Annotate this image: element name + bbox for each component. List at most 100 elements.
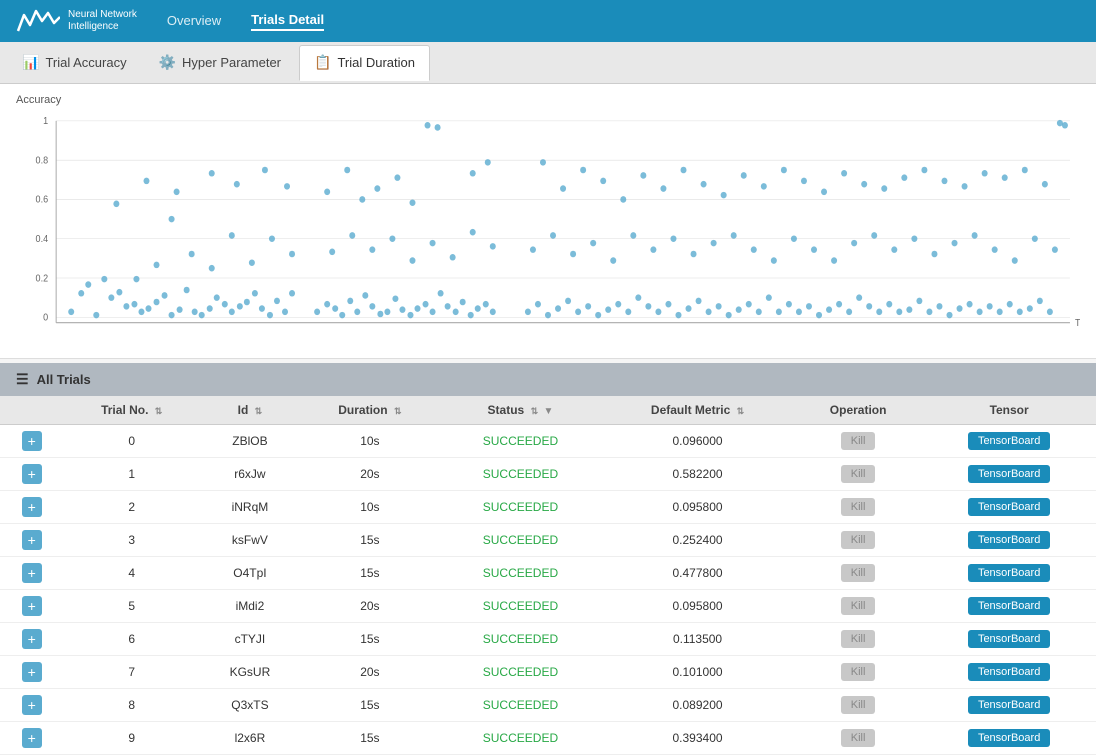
row-trial-no: 3	[64, 524, 200, 557]
row-expand-cell: +	[0, 590, 64, 623]
expand-button[interactable]: +	[22, 563, 42, 583]
tensorboard-button[interactable]: TensorBoard	[968, 696, 1050, 714]
row-trial-no: 4	[64, 557, 200, 590]
tensorboard-button[interactable]: TensorBoard	[968, 432, 1050, 450]
row-expand-cell: +	[0, 491, 64, 524]
expand-button[interactable]: +	[22, 629, 42, 649]
row-expand-cell: +	[0, 524, 64, 557]
row-id: iMdi2	[200, 590, 300, 623]
sort-icon-id[interactable]: ⇅	[255, 406, 263, 417]
row-trial-no: 0	[64, 425, 200, 458]
row-duration: 10s	[300, 425, 440, 458]
kill-button[interactable]: Kill	[841, 630, 876, 648]
sort-icon-trial-no[interactable]: ⇅	[155, 406, 163, 417]
status-badge: SUCCEEDED	[483, 434, 558, 448]
col-id: Id ⇅	[200, 396, 300, 425]
kill-button[interactable]: Kill	[841, 696, 876, 714]
col-duration: Duration ⇅	[300, 396, 440, 425]
row-status: SUCCEEDED	[440, 656, 601, 689]
kill-button[interactable]: Kill	[841, 564, 876, 582]
kill-button[interactable]: Kill	[841, 465, 876, 483]
expand-button[interactable]: +	[22, 596, 42, 616]
kill-button[interactable]: Kill	[841, 498, 876, 516]
row-expand-cell: +	[0, 425, 64, 458]
tensorboard-button[interactable]: TensorBoard	[968, 597, 1050, 615]
tab-hyper-parameter[interactable]: ⚙️ Hyper Parameter	[145, 45, 295, 81]
table-row: + 2 iNRqM 10s SUCCEEDED 0.095800 Kill Te…	[0, 491, 1096, 524]
kill-button[interactable]: Kill	[841, 432, 876, 450]
tensorboard-button[interactable]: TensorBoard	[968, 630, 1050, 648]
chart-y-label: Accuracy	[16, 94, 1080, 106]
expand-button[interactable]: +	[22, 530, 42, 550]
tensorboard-button[interactable]: TensorBoard	[968, 498, 1050, 516]
row-id: ksFwV	[200, 524, 300, 557]
tensorboard-button[interactable]: TensorBoard	[968, 729, 1050, 747]
table-row: + 8 Q3xTS 15s SUCCEEDED 0.089200 Kill Te…	[0, 689, 1096, 722]
row-duration: 15s	[300, 722, 440, 755]
row-metric: 0.113500	[601, 623, 794, 656]
table-row: + 6 cTYJI 15s SUCCEEDED 0.113500 Kill Te…	[0, 623, 1096, 656]
chart-svg: 1 0.8 0.6 0.4 0.2 0 Trial	[16, 110, 1080, 350]
tab-trial-duration[interactable]: 📋 Trial Duration	[299, 45, 430, 81]
row-tensor: TensorBoard	[922, 491, 1096, 524]
row-operation: Kill	[794, 590, 922, 623]
row-tensor: TensorBoard	[922, 524, 1096, 557]
row-trial-no: 9	[64, 722, 200, 755]
row-metric: 0.252400	[601, 524, 794, 557]
svg-text:1: 1	[43, 115, 48, 126]
status-badge: SUCCEEDED	[483, 665, 558, 679]
row-status: SUCCEEDED	[440, 458, 601, 491]
hyper-parameter-icon: ⚙️	[159, 54, 176, 71]
row-operation: Kill	[794, 524, 922, 557]
trial-accuracy-icon: 📊	[22, 54, 39, 71]
row-id: Q3xTS	[200, 689, 300, 722]
row-status: SUCCEEDED	[440, 623, 601, 656]
expand-button[interactable]: +	[22, 431, 42, 451]
row-tensor: TensorBoard	[922, 458, 1096, 491]
logo-text: Neural Network Intelligence	[68, 9, 137, 33]
table-header-row: Trial No. ⇅ Id ⇅ Duration ⇅ Status ⇅ ▼	[0, 396, 1096, 425]
trials-table: Trial No. ⇅ Id ⇅ Duration ⇅ Status ⇅ ▼	[0, 396, 1096, 755]
kill-button[interactable]: Kill	[841, 531, 876, 549]
sort-icon-duration[interactable]: ⇅	[394, 406, 402, 417]
tensorboard-button[interactable]: TensorBoard	[968, 663, 1050, 681]
nav-trials-detail[interactable]: Trials Detail	[251, 12, 324, 31]
sort-icon-status[interactable]: ⇅	[531, 406, 539, 417]
kill-button[interactable]: Kill	[841, 729, 876, 747]
row-tensor: TensorBoard	[922, 590, 1096, 623]
expand-button[interactable]: +	[22, 695, 42, 715]
row-id: r6xJw	[200, 458, 300, 491]
row-expand-cell: +	[0, 557, 64, 590]
expand-button[interactable]: +	[22, 497, 42, 517]
tabs-bar: 📊 Trial Accuracy ⚙️ Hyper Parameter 📋 Tr…	[0, 42, 1096, 84]
scatter-chart: 1 0.8 0.6 0.4 0.2 0 Trial	[16, 110, 1080, 350]
logo: Neural Network Intelligence	[16, 7, 137, 35]
col-expand	[0, 396, 64, 425]
tab-trial-accuracy[interactable]: 📊 Trial Accuracy	[8, 45, 141, 81]
sort-icon-metric[interactable]: ⇅	[737, 406, 745, 417]
row-trial-no: 1	[64, 458, 200, 491]
row-duration: 10s	[300, 491, 440, 524]
row-operation: Kill	[794, 722, 922, 755]
row-metric: 0.096000	[601, 425, 794, 458]
table-row: + 3 ksFwV 15s SUCCEEDED 0.252400 Kill Te…	[0, 524, 1096, 557]
expand-button[interactable]: +	[22, 728, 42, 748]
nav-overview[interactable]: Overview	[167, 13, 221, 30]
status-badge: SUCCEEDED	[483, 698, 558, 712]
kill-button[interactable]: Kill	[841, 663, 876, 681]
tensorboard-button[interactable]: TensorBoard	[968, 564, 1050, 582]
tensorboard-button[interactable]: TensorBoard	[968, 531, 1050, 549]
expand-button[interactable]: +	[22, 464, 42, 484]
row-duration: 15s	[300, 623, 440, 656]
filter-icon-status[interactable]: ▼	[543, 406, 553, 417]
kill-button[interactable]: Kill	[841, 597, 876, 615]
app-header: Neural Network Intelligence Overview Tri…	[0, 0, 1096, 42]
row-trial-no: 7	[64, 656, 200, 689]
status-badge: SUCCEEDED	[483, 500, 558, 514]
logo-line2: Intelligence	[68, 21, 119, 32]
status-badge: SUCCEEDED	[483, 599, 558, 613]
expand-button[interactable]: +	[22, 662, 42, 682]
tensorboard-button[interactable]: TensorBoard	[968, 465, 1050, 483]
row-status: SUCCEEDED	[440, 491, 601, 524]
col-status: Status ⇅ ▼	[440, 396, 601, 425]
